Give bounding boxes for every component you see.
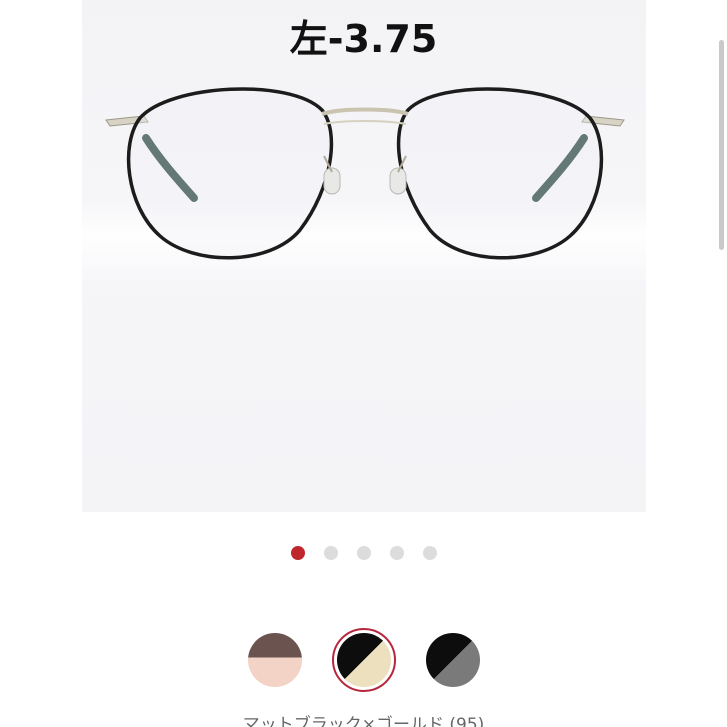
carousel-dot-4[interactable]	[390, 546, 404, 560]
bridge-top	[321, 107, 409, 116]
scrollbar-thumb[interactable]	[719, 40, 724, 250]
prescription-overlay: 左-3.75	[289, 17, 438, 61]
carousel-dot-5[interactable]	[423, 546, 437, 560]
color-swatch-brown-pink[interactable]	[248, 633, 302, 687]
color-swatches	[0, 628, 727, 692]
color-swatch-black-gold[interactable]	[337, 633, 391, 687]
right-lens	[396, 87, 604, 260]
carousel-dot-3[interactable]	[357, 546, 371, 560]
carousel-pagination	[0, 546, 727, 562]
selected-color-label: マットブラック×ゴールド (95)	[242, 715, 485, 727]
product-page: 左-3.75 マットブラック×ゴールド (95)	[0, 0, 727, 727]
bridge-bottom	[323, 120, 407, 125]
carousel-dot-2[interactable]	[324, 546, 338, 560]
eyeglasses-icon	[105, 87, 625, 260]
color-swatch-black-gray[interactable]	[426, 633, 480, 687]
left-lens	[126, 87, 334, 260]
scrollbar[interactable]	[718, 0, 724, 250]
carousel-dot-1[interactable]	[291, 546, 305, 560]
